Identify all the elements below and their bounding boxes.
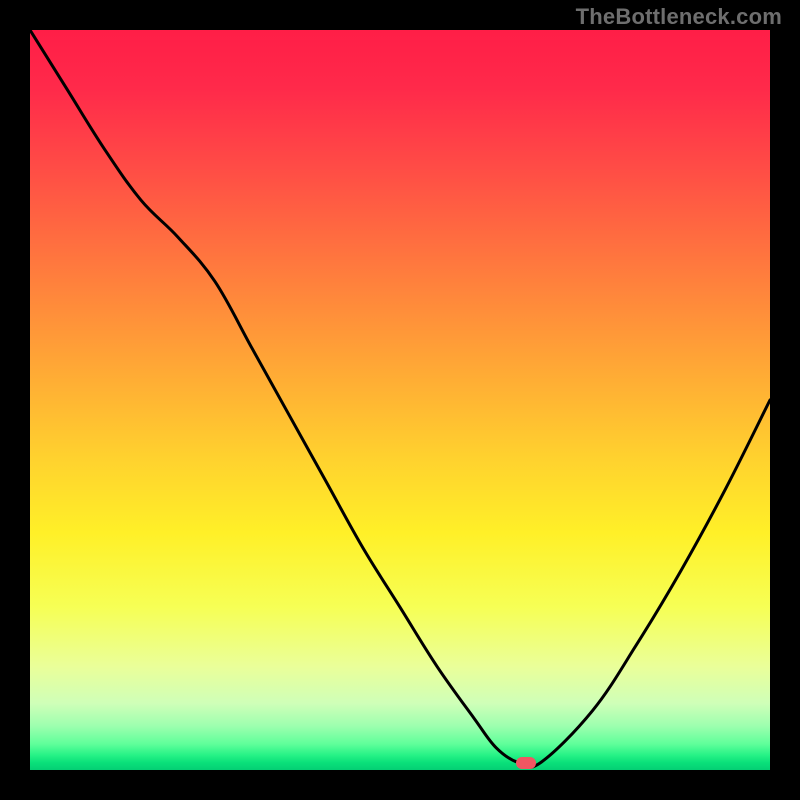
watermark: TheBottleneck.com [576,4,782,30]
optimal-marker [516,757,536,769]
plot-area [30,30,770,770]
chart-wrap: TheBottleneck.com [0,0,800,800]
bottleneck-curve [30,30,770,770]
